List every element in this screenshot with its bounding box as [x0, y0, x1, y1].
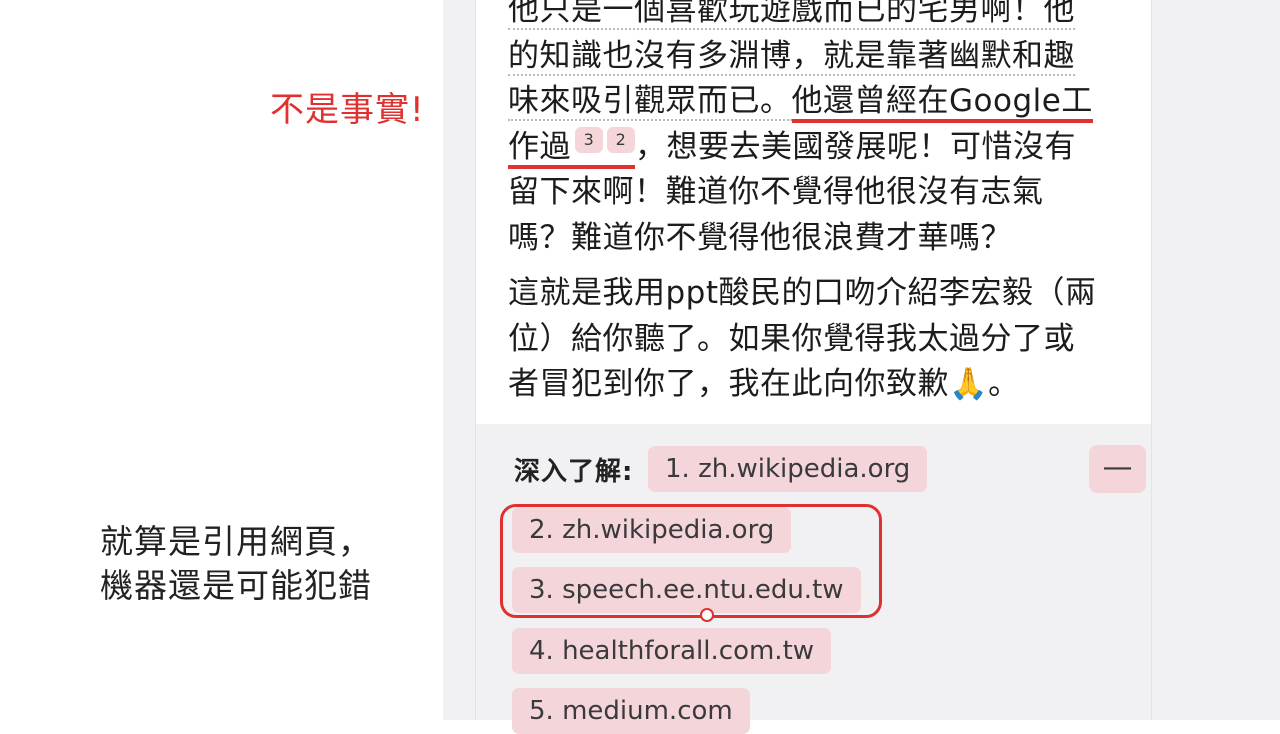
message-line: 味來吸引觀眾而已。 [508, 83, 792, 121]
source-link-4[interactable]: 4. healthforall.com.tw [512, 628, 832, 674]
highlighted-claim: 他還曾經在Google工 [791, 83, 1093, 123]
message-paragraph-1: 他只是一個喜歡玩遊戲而已的宅男啊！他 的知識也沒有多淵博，就是靠著幽默和趣 味來… [508, 0, 1128, 261]
message-line: ，想要去美國發展呢！可惜沒有 [635, 128, 1076, 165]
source-link-1[interactable]: 1. zh.wikipedia.org [648, 446, 928, 492]
collapse-button[interactable]: — [1089, 445, 1146, 493]
message-line: 這就是我用ppt酸民的口吻介紹李宏毅（兩 [508, 275, 1097, 311]
praying-hands-icon: 🙏 [949, 366, 989, 402]
annotation-note-line-2: 機器還是可能犯錯 [100, 566, 372, 605]
source-link-5[interactable]: 5. medium.com [512, 688, 750, 734]
message-line: 嗎？難道你不覺得他很浪費才華嗎？ [508, 219, 1012, 256]
message-line: 。 [988, 366, 1020, 402]
message-line: 者冒犯到你了，我在此向你致歉 [508, 366, 949, 402]
annotation-highlight-box [500, 504, 882, 618]
message-line: 的知識也沒有多淵博，就是靠著幽默和趣 [508, 37, 1075, 76]
annotation-note: 就算是引用網頁， 機器還是可能犯錯 [100, 520, 372, 608]
highlighted-claim-end: 作過 3 2 [508, 126, 635, 169]
message-line: 位）給你聽了。如果你覺得我太過分了或 [508, 320, 1075, 357]
annotation-cursor-dot [700, 608, 714, 622]
message-line: 留下來啊！難道你不覺得他很沒有志氣 [508, 174, 1044, 210]
message-paragraph-2: 這就是我用ppt酸民的口吻介紹李宏毅（兩 位）給你聽了。如果你覺得我太過分了或 … [508, 271, 1128, 408]
citation-badge[interactable]: 3 [575, 126, 603, 153]
message-line: 作過 [508, 128, 571, 165]
annotation-not-fact: 不是事實! [270, 90, 425, 130]
message-line: 他只是一個喜歡玩遊戲而已的宅男啊！他 [508, 0, 1075, 30]
learn-more-label: 深入了解: [514, 457, 634, 487]
annotation-note-line-1: 就算是引用網頁， [100, 522, 372, 561]
citation-badge[interactable]: 2 [607, 126, 635, 153]
